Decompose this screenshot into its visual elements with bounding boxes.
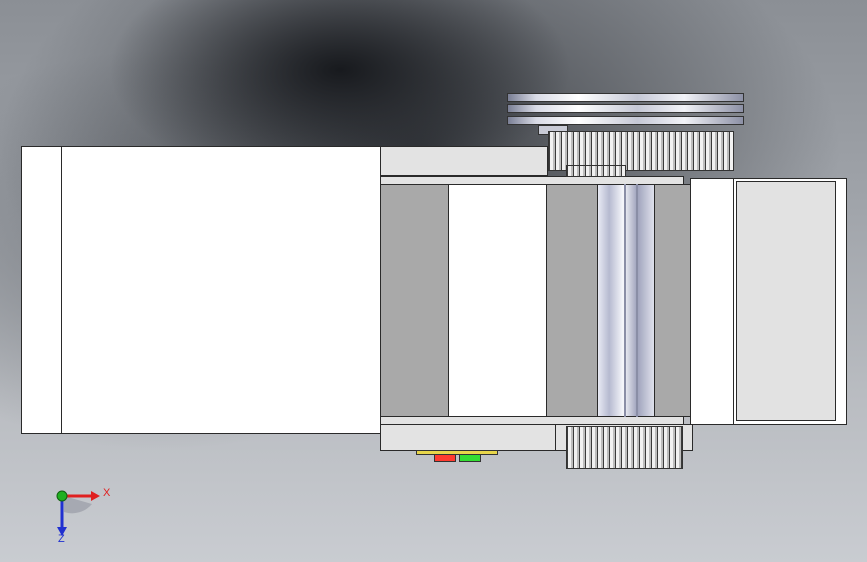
bottom-gear[interactable] (566, 426, 683, 469)
gearbox-top-plate[interactable] (380, 146, 548, 176)
gearbox-section-left[interactable] (380, 184, 449, 417)
triad-z-label: Z (58, 533, 65, 545)
motor-end-cap-edge (61, 146, 62, 434)
shaft-groove-right (636, 184, 638, 417)
gearbox-section-center[interactable] (448, 184, 547, 417)
output-cover-inner-panel (736, 181, 836, 421)
output-cover-edge (733, 178, 734, 425)
graphics-viewport[interactable]: X Z (0, 0, 867, 562)
top-pulley-flange-2 (507, 104, 744, 113)
top-pulley-flange-1[interactable] (507, 93, 744, 102)
gearbox-section-right[interactable] (546, 184, 598, 417)
drive-shaft[interactable] (597, 184, 655, 417)
top-gear-hub (566, 165, 626, 177)
gearbox-section-far-right[interactable] (654, 184, 691, 417)
led-green (459, 454, 481, 462)
motor-body[interactable] (21, 146, 381, 434)
top-pulley-flange-3 (507, 116, 744, 125)
led-red (434, 454, 456, 462)
triad-x-label: X (103, 487, 111, 499)
gearbox-bottom-plate[interactable] (380, 424, 564, 451)
connector-strip (416, 450, 498, 455)
shaft-groove-left (624, 184, 626, 417)
coordinate-triad: X Z (48, 482, 118, 548)
